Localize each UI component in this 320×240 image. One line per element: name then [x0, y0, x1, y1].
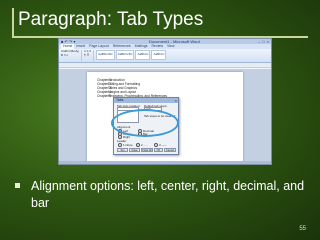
ribbon: Calibri (Body) B I U ≡ ≡ ≡ ¶ ☰ AaBbCcDc …: [59, 49, 271, 63]
window-controls: – □ ×: [256, 39, 269, 44]
font-style-buttons[interactable]: B I U: [61, 54, 79, 57]
styles-gallery: AaBbCcDc AaBbCcDc AaBbCc AaBbCc: [96, 50, 167, 61]
window-title: Document1 - Microsoft Word: [149, 39, 200, 44]
bullet-text: Alignment options: left, center, right, …: [31, 179, 305, 210]
maximize-icon[interactable]: □: [262, 39, 264, 44]
set-button[interactable]: Set: [117, 148, 128, 152]
table-of-contents: Chapter 1Introduction Chapter 2Editing a…: [97, 78, 193, 98]
tab-mailings[interactable]: Mailings: [133, 44, 150, 49]
leader-none-radio[interactable]: 1 None: [118, 143, 133, 148]
style-heading-1[interactable]: AaBbCc: [135, 50, 151, 60]
style-normal[interactable]: AaBbCcDc: [96, 50, 115, 60]
minimize-icon[interactable]: –: [258, 39, 260, 44]
leader-dots-radio[interactable]: 2 .....: [136, 143, 148, 148]
slide-title: Paragraph: Tab Types: [18, 9, 204, 30]
tab-view[interactable]: View: [165, 44, 177, 49]
close-icon[interactable]: ×: [267, 39, 269, 44]
ok-button[interactable]: OK: [154, 148, 163, 152]
clear-all-button[interactable]: Clear All: [141, 148, 153, 152]
alignment-highlight-ring: [111, 109, 179, 137]
quick-access-toolbar[interactable]: ■ ↶ ↷ ▾: [61, 39, 75, 44]
style-no-spacing[interactable]: AaBbCcDc: [115, 50, 135, 60]
tab-references[interactable]: References: [111, 44, 133, 49]
tab-review[interactable]: Review: [150, 44, 165, 49]
slide: Paragraph: Tab Types ■ ↶ ↷ ▾ Document1 -…: [0, 0, 320, 240]
style-heading-2[interactable]: AaBbCc: [151, 50, 167, 60]
font-group: Calibri (Body) B I U: [61, 50, 83, 61]
square-bullet-icon: [15, 183, 20, 188]
title-rule-vertical: [12, 8, 14, 38]
paragraph-buttons[interactable]: ¶ ☰: [84, 54, 91, 57]
leader-dashes-radio[interactable]: 3 -----: [154, 143, 167, 148]
paragraph-group: ≡ ≡ ≡ ¶ ☰: [84, 50, 95, 61]
word-screenshot: ■ ↶ ↷ ▾ Document1 - Microsoft Word – □ × H…: [58, 38, 272, 165]
status-bar: [59, 161, 271, 164]
clear-button[interactable]: Clear: [129, 148, 140, 152]
ruler[interactable]: [59, 63, 271, 68]
page-number: 55: [299, 226, 306, 232]
cancel-button[interactable]: Cancel: [164, 148, 176, 152]
window-titlebar: ■ ↶ ↷ ▾ Document1 - Microsoft Word – □ ×: [59, 39, 271, 44]
